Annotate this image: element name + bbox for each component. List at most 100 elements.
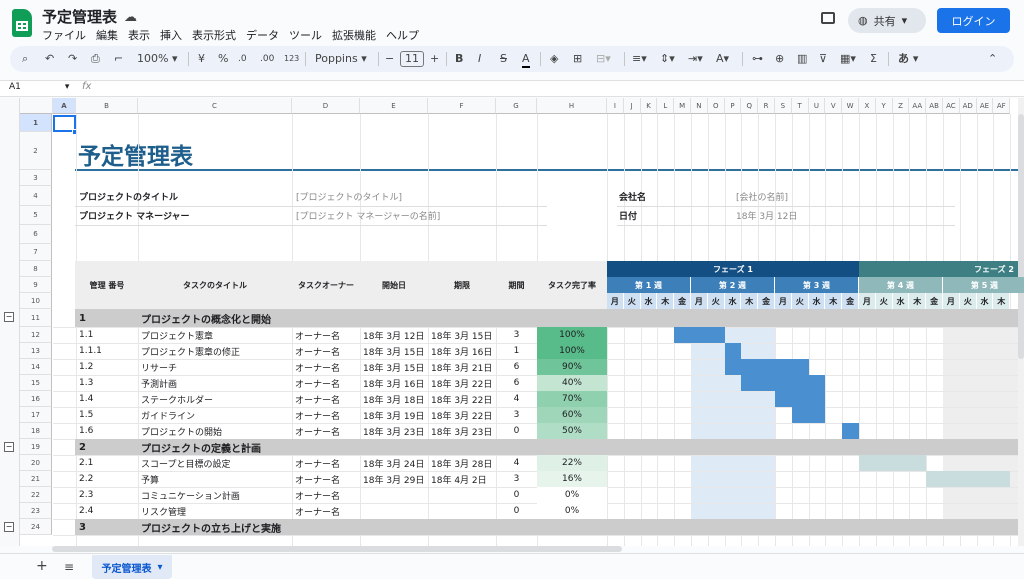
task-start[interactable]: 18年 3月 24日 <box>360 455 428 471</box>
task-done-percent[interactable]: 16% <box>537 471 607 487</box>
gantt-bar[interactable] <box>926 471 1011 487</box>
vertical-scroll-thumb[interactable] <box>1018 114 1024 359</box>
all-sheets-button[interactable]: ≡ <box>64 560 74 574</box>
borders-icon[interactable]: ⊞ <box>573 52 582 66</box>
share-button[interactable]: ◍ 共有 ▾ <box>848 8 926 33</box>
more-formats-button[interactable]: 123 <box>284 52 299 66</box>
task-title[interactable]: リサーチ <box>138 359 292 375</box>
task-id[interactable]: 2.1 <box>76 455 138 471</box>
task-end[interactable]: 18年 3月 16日 <box>428 343 496 359</box>
increase-decimal-button[interactable]: .00 <box>260 52 274 66</box>
task-done-percent[interactable]: 100% <box>537 343 607 359</box>
comment-icon[interactable]: ⊕ <box>775 52 784 66</box>
row-header[interactable]: 7 <box>20 244 52 261</box>
font-size-input[interactable]: 11 <box>400 51 424 67</box>
task-end[interactable]: 18年 3月 22日 <box>428 391 496 407</box>
column-header[interactable]: T <box>791 98 809 114</box>
task-id[interactable]: 1.3 <box>76 375 138 391</box>
text-color-button[interactable]: A <box>522 52 530 68</box>
percent-button[interactable]: % <box>218 52 228 66</box>
task-duration[interactable]: 1 <box>496 343 537 359</box>
group-title[interactable]: プロジェクトの概念化と開始 <box>138 309 428 327</box>
task-title[interactable]: 予測計画 <box>138 375 292 391</box>
column-header[interactable]: R <box>758 98 775 114</box>
column-header[interactable]: E <box>360 98 428 114</box>
vertical-align-icon[interactable]: ⇕▾ <box>660 52 675 66</box>
task-title[interactable]: プロジェクトの開始 <box>138 423 292 439</box>
gantt-bar[interactable] <box>724 359 809 375</box>
task-title[interactable]: ステークホルダー <box>138 391 292 407</box>
functions-icon[interactable]: Σ <box>870 52 877 66</box>
gantt-bar[interactable] <box>859 455 927 471</box>
menu-item[interactable]: 表示形式 <box>192 27 236 43</box>
column-header[interactable]: W <box>842 98 859 114</box>
text-rotation-icon[interactable]: A▾ <box>716 52 729 66</box>
search-icon[interactable]: ⌕ <box>22 52 28 66</box>
task-end[interactable] <box>428 503 496 519</box>
task-title[interactable]: 予算 <box>138 471 292 487</box>
undo-icon[interactable]: ↶ <box>45 52 54 66</box>
currency-button[interactable]: ¥ <box>198 52 205 66</box>
pm-value[interactable]: [プロジェクト マネージャーの名前] <box>293 206 470 225</box>
column-header[interactable]: N <box>691 98 708 114</box>
task-done-percent[interactable]: 100% <box>537 327 607 343</box>
task-owner[interactable]: オーナー名 <box>292 455 360 471</box>
gantt-bar[interactable] <box>724 343 742 359</box>
task-done-percent[interactable]: 60% <box>537 407 607 423</box>
horizontal-scroll-thumb[interactable] <box>52 546 622 552</box>
gantt-bar[interactable] <box>674 327 725 343</box>
gantt-bar[interactable] <box>775 391 826 407</box>
text-wrap-icon[interactable]: ⇥▾ <box>688 52 703 66</box>
add-sheet-button[interactable]: + <box>36 558 48 574</box>
link-icon[interactable]: ⊶ <box>752 52 763 66</box>
task-end[interactable]: 18年 3月 23日 <box>428 423 496 439</box>
task-title[interactable]: プロジェクト憲章 <box>138 327 292 343</box>
task-end[interactable]: 18年 3月 28日 <box>428 455 496 471</box>
column-header[interactable]: Y <box>875 98 893 114</box>
column-header[interactable]: K <box>640 98 658 114</box>
task-end[interactable]: 18年 3月 22日 <box>428 375 496 391</box>
menu-item[interactable]: データ <box>246 27 279 43</box>
task-start[interactable]: 18年 3月 15日 <box>360 343 428 359</box>
column-header[interactable]: D <box>292 98 360 114</box>
menu-item[interactable]: 拡張機能 <box>332 27 376 43</box>
horizontal-align-icon[interactable]: ≡▾ <box>632 52 647 66</box>
paint-format-icon[interactable]: ⌐ <box>114 52 123 66</box>
column-header[interactable]: AF <box>993 98 1011 114</box>
task-end[interactable]: 18年 3月 22日 <box>428 407 496 423</box>
task-start[interactable]: 18年 3月 15日 <box>360 359 428 375</box>
row-header[interactable]: 8 <box>20 261 52 277</box>
menu-item[interactable]: ファイル <box>42 27 86 43</box>
task-title[interactable]: リスク管理 <box>138 503 292 519</box>
task-duration[interactable]: 3 <box>496 327 537 343</box>
column-header[interactable]: AE <box>976 98 994 114</box>
font-size-increase-button[interactable]: + <box>430 52 439 66</box>
filter-views-icon[interactable]: ▦▾ <box>840 52 856 66</box>
sheets-logo-icon[interactable] <box>12 9 32 37</box>
row-header[interactable]: 1 <box>20 114 52 132</box>
task-end[interactable] <box>428 487 496 503</box>
row-header[interactable]: 15 <box>20 375 52 391</box>
task-owner[interactable]: オーナー名 <box>292 407 360 423</box>
strikethrough-button[interactable]: S <box>500 52 507 66</box>
collapse-group-icon[interactable]: − <box>4 312 14 322</box>
task-duration[interactable]: 0 <box>496 487 537 503</box>
date-value[interactable]: 18年 3月 12日 <box>736 206 797 225</box>
menu-item[interactable]: ツール <box>289 27 322 43</box>
row-header[interactable]: 14 <box>20 359 52 375</box>
task-duration[interactable]: 6 <box>496 375 537 391</box>
row-header[interactable]: 22 <box>20 487 52 503</box>
select-all-corner[interactable] <box>20 98 53 114</box>
document-title[interactable]: 予定管理表 <box>42 6 117 27</box>
input-tools-icon[interactable]: あ ▾ <box>898 52 918 66</box>
gantt-bar[interactable] <box>791 407 826 423</box>
group-id[interactable]: 2 <box>76 439 138 455</box>
column-header[interactable]: M <box>674 98 691 114</box>
task-duration[interactable]: 3 <box>496 407 537 423</box>
task-start[interactable] <box>360 503 428 519</box>
chart-icon[interactable]: ▥ <box>797 52 807 66</box>
group-id[interactable]: 3 <box>76 519 138 535</box>
row-header[interactable]: 18 <box>20 423 52 439</box>
task-id[interactable]: 2.4 <box>76 503 138 519</box>
row-header[interactable]: 20 <box>20 455 52 471</box>
